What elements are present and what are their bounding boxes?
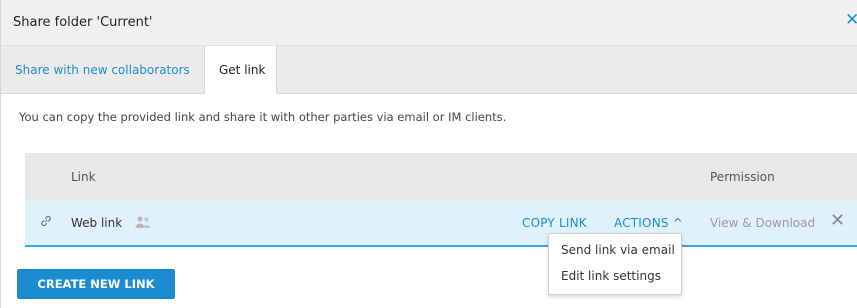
column-header-permission: Permission bbox=[710, 170, 775, 184]
tab-bar: Share with new collaborators Get link bbox=[1, 46, 857, 94]
link-icon bbox=[41, 215, 51, 227]
table-row[interactable]: Web link COPY LINK ACTIONS ^ View & Down… bbox=[25, 201, 857, 247]
tab-get-link-label: Get link bbox=[219, 63, 266, 77]
actions-dropdown-button[interactable]: ACTIONS ^ bbox=[614, 216, 683, 230]
close-icon[interactable]: ✕ bbox=[845, 12, 857, 29]
dialog-titlebar: Share folder 'Current' ✕ bbox=[1, 0, 857, 46]
permission-value[interactable]: View & Download bbox=[710, 216, 815, 230]
copy-link-button[interactable]: COPY LINK bbox=[522, 216, 587, 230]
link-name: Web link bbox=[71, 216, 123, 230]
table-header: Link Permission bbox=[25, 153, 857, 201]
remove-link-icon[interactable]: ✕ bbox=[830, 212, 845, 230]
people-icon bbox=[135, 216, 151, 228]
create-new-link-button[interactable]: CREATE NEW LINK bbox=[17, 269, 175, 299]
column-header-link: Link bbox=[71, 170, 96, 184]
tab-share-collaborators[interactable]: Share with new collaborators bbox=[15, 63, 190, 77]
actions-menu: Send link via email Edit link settings bbox=[548, 233, 682, 295]
description-text: You can copy the provided link and share… bbox=[19, 110, 507, 124]
share-dialog: Share folder 'Current' ✕ Share with new … bbox=[0, 0, 857, 308]
menu-item-send-email[interactable]: Send link via email bbox=[561, 243, 675, 257]
tab-get-link[interactable]: Get link bbox=[204, 46, 277, 94]
dialog-title: Share folder 'Current' bbox=[13, 15, 153, 30]
menu-item-edit-settings[interactable]: Edit link settings bbox=[561, 269, 661, 283]
